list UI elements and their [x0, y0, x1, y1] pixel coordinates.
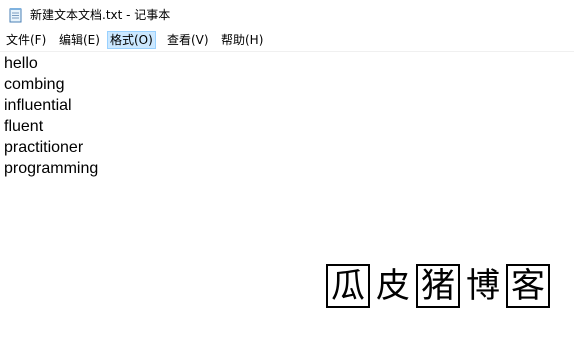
text-line: hello [4, 55, 38, 72]
menu-format[interactable]: 格式(O) [107, 31, 156, 49]
notepad-icon [9, 7, 23, 23]
menu-help[interactable]: 帮助(H) [219, 31, 265, 49]
watermark-seal: 瓜 皮 猪 博 客 [326, 264, 552, 308]
window-title: 新建文本文档.txt - 记事本 [30, 8, 171, 22]
watermark-char: 皮 [376, 266, 410, 306]
watermark-char: 客 [506, 264, 550, 308]
text-line: practitioner [4, 139, 84, 156]
text-line: programming [4, 160, 99, 177]
menu-edit[interactable]: 编辑(E) [57, 31, 102, 49]
menu-view[interactable]: 查看(V) [165, 31, 211, 49]
text-line: influential [4, 97, 72, 114]
menu-bar: 文件(F) 编辑(E) 格式(O) 查看(V) 帮助(H) [0, 30, 574, 50]
watermark-char: 猪 [416, 264, 460, 308]
watermark-char: 博 [466, 266, 500, 306]
menu-file[interactable]: 文件(F) [4, 31, 48, 49]
text-line: combing [4, 76, 65, 93]
title-bar: 新建文本文档.txt - 记事本 [0, 0, 574, 30]
text-line: fluent [4, 118, 44, 135]
watermark-char: 瓜 [326, 264, 370, 308]
